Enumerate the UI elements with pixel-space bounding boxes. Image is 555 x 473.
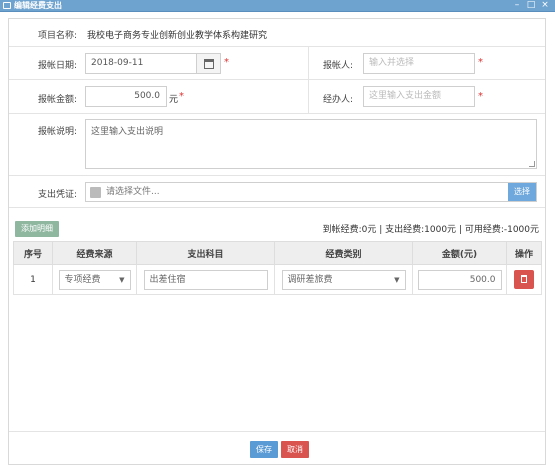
col-category: 经费类别 [274, 241, 413, 265]
date-label: 报帐日期: [37, 61, 77, 71]
voucher-label: 支出凭证: [37, 190, 77, 200]
amount-input[interactable]: 500.0 [85, 86, 167, 107]
chevron-down-icon: ▼ [119, 275, 125, 284]
select-file-button[interactable]: 选择 [508, 183, 536, 201]
edit-expense-dialog: 项目名称: 我校电子商务专业创新创业教学体系构建研究 报帐日期: 2018-09… [8, 18, 546, 465]
reimburser-label: 报帐人: [322, 61, 353, 71]
file-icon [90, 187, 101, 198]
dialog-footer: 保存 取消 [9, 431, 545, 465]
project-label: 项目名称: [37, 31, 77, 41]
category-select[interactable]: 调研差旅费 ▼ [281, 269, 406, 290]
reimburser-input[interactable]: 输入并选择 [363, 53, 475, 74]
amount-cell-input[interactable]: 500.0 [417, 269, 502, 290]
date-required-mark: * [224, 57, 229, 68]
table-header-row: 序号 经费来源 支出科目 经费类别 金额(元) 操作 [13, 241, 542, 265]
date-picker-button[interactable] [197, 53, 221, 74]
source-value: 专项经费 [64, 274, 101, 285]
voucher-placeholder: 请选择文件... [106, 187, 160, 197]
cancel-button[interactable]: 取消 [281, 441, 309, 458]
description-row: 报帐说明: 这里输入支出说明 [9, 114, 545, 176]
reimburser-required-mark: * [478, 57, 483, 68]
subject-input[interactable]: 出差住宿 [143, 269, 268, 290]
date-row: 报帐日期: 2018-09-11 * 报帐人: 输入并选择 * [9, 47, 545, 80]
detail-table: 序号 经费来源 支出科目 经费类别 金额(元) 操作 1 专项经费 ▼ 出差住宿 [13, 241, 542, 295]
row-index: 1 [13, 264, 53, 295]
source-select[interactable]: 专项经费 ▼ [58, 269, 131, 290]
handler-required-mark: * [478, 91, 483, 102]
handler-input[interactable]: 这里输入支出金额 [363, 86, 475, 107]
close-button[interactable]: × [539, 0, 551, 11]
category-value: 调研差旅费 [287, 274, 333, 285]
minimize-button[interactable]: – [511, 0, 523, 11]
budget-summary: 到帐经费:0元 | 支出经费:1000元 | 可用经费:-1000元 [322, 225, 539, 235]
trash-icon [521, 275, 527, 283]
amount-cell: 500.0 [412, 264, 507, 295]
save-button[interactable]: 保存 [250, 441, 278, 458]
delete-row-button[interactable] [514, 270, 534, 289]
project-value: 我校电子商务专业创新创业教学体系构建研究 [87, 31, 268, 41]
amount-unit: 元 [169, 95, 179, 105]
amount-label: 报帐金额: [37, 95, 77, 105]
col-amount: 金额(元) [412, 241, 507, 265]
source-cell: 专项经费 ▼ [52, 264, 137, 295]
amount-required-mark: * [179, 91, 184, 102]
voucher-row: 支出凭证: 请选择文件... 选择 [9, 176, 545, 208]
resize-handle[interactable] [529, 161, 535, 167]
chevron-down-icon: ▼ [394, 275, 400, 284]
table-row: 1 专项经费 ▼ 出差住宿 调研差旅费 ▼ 500.0 [13, 264, 542, 295]
window-icon [3, 2, 11, 9]
category-cell: 调研差旅费 ▼ [274, 264, 413, 295]
window-title: 编辑经费支出 [14, 1, 62, 10]
add-detail-button[interactable]: 添加明细 [15, 221, 59, 237]
col-subject: 支出科目 [136, 241, 275, 265]
voucher-file-input[interactable]: 请选择文件... 选择 [85, 182, 537, 202]
col-source: 经费来源 [52, 241, 137, 265]
col-actions: 操作 [506, 241, 542, 265]
project-row: 项目名称: 我校电子商务专业创新创业教学体系构建研究 [9, 19, 545, 47]
handler-label: 经办人: [322, 95, 353, 105]
actions-cell [506, 264, 542, 295]
maximize-button[interactable]: □ [525, 0, 537, 11]
window-titlebar: 编辑经费支出 – □ × [0, 0, 555, 12]
description-label: 报帐说明: [37, 127, 77, 137]
date-input[interactable]: 2018-09-11 [85, 53, 197, 74]
subject-cell: 出差住宿 [136, 264, 275, 295]
amount-row: 报帐金额: 500.0 元 * 经办人: 这里输入支出金额 * [9, 80, 545, 114]
calendar-icon [204, 59, 214, 69]
col-index: 序号 [13, 241, 53, 265]
description-textarea[interactable]: 这里输入支出说明 [85, 119, 537, 169]
